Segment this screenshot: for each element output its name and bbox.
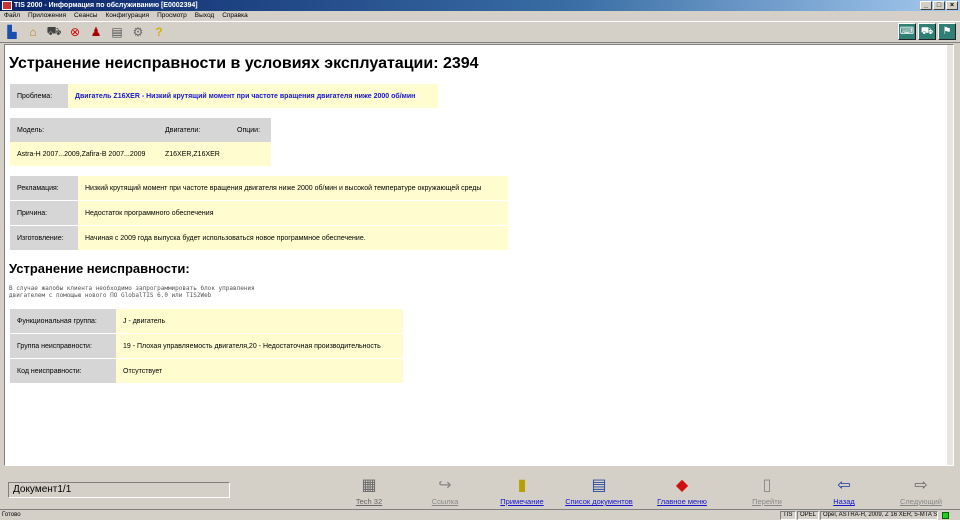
back-arrow-icon: ⇦ bbox=[837, 477, 851, 494]
menu-configuration[interactable]: Конфигурация bbox=[105, 11, 149, 21]
status-brand: OPEL bbox=[797, 511, 819, 520]
vehicle-selection-icon[interactable]: ⛟ bbox=[918, 23, 936, 40]
menu-bar: Файл Приложения Сеансы Конфигурация Прос… bbox=[0, 11, 960, 21]
note-icon: ▮ bbox=[517, 477, 527, 494]
home-icon[interactable]: ⌂ bbox=[25, 24, 41, 40]
vertical-scrollbar[interactable] bbox=[947, 45, 953, 465]
document-list-icon: ▤ bbox=[591, 477, 607, 494]
problem-link[interactable]: Двигатель Z16XER - Низкий крутящий момен… bbox=[68, 84, 438, 108]
window-title: TIS 2000 - Информация по обслуживанию [E… bbox=[14, 2, 198, 9]
menu-file[interactable]: Файл bbox=[4, 11, 20, 21]
repair-instructions: В случае жалобы клиента необходимо запро… bbox=[9, 285, 255, 299]
problem-label: Проблема: bbox=[10, 84, 68, 108]
function-group-value: J - двигатель bbox=[116, 309, 403, 333]
menu-applications[interactable]: Приложения bbox=[28, 11, 66, 21]
page-title: Устранение неисправности в условиях эксп… bbox=[9, 55, 479, 72]
back-button[interactable]: ⇦ Назад bbox=[804, 475, 884, 506]
link-button[interactable]: ↪ Ссылка bbox=[405, 475, 485, 506]
person-icon[interactable]: ♟ bbox=[88, 24, 104, 40]
print-icon[interactable]: ▤ bbox=[109, 24, 125, 40]
help-icon[interactable]: ? bbox=[151, 24, 167, 40]
options-value bbox=[230, 142, 271, 166]
menu-sessions[interactable]: Сеансы bbox=[74, 11, 97, 21]
connection-indicator-icon bbox=[942, 512, 949, 519]
back-label: Назад bbox=[833, 497, 855, 506]
close-button[interactable]: × bbox=[946, 1, 958, 10]
menu-view[interactable]: Просмотр bbox=[157, 11, 187, 21]
fault-code-value: Отсутствует bbox=[116, 359, 403, 383]
main-menu-label: Главное меню bbox=[657, 497, 707, 506]
tech2-icon[interactable]: ⌨ bbox=[898, 23, 916, 40]
main-menu-button[interactable]: ◆ Главное меню bbox=[642, 475, 722, 506]
goto-button[interactable]: ▯ Перейти bbox=[727, 475, 807, 506]
car-icon[interactable]: ⛟ bbox=[46, 24, 62, 40]
document-counter: Документ1/1 bbox=[8, 482, 230, 498]
cause-label: Причина: bbox=[10, 201, 78, 225]
options-header: Опции: bbox=[230, 118, 271, 142]
instructions-line-2: двигателем с помощью нового ПО GlobalTIS… bbox=[9, 292, 212, 299]
note-label: Примечание bbox=[500, 497, 544, 506]
toolbar: ▙ ⌂ ⛟ ⊗ ♟ ▤ ⚙ ? bbox=[0, 21, 960, 43]
fault-group-label: Группа неисправности: bbox=[10, 334, 116, 358]
exit-door-icon[interactable]: ▙ bbox=[4, 24, 20, 40]
goto-page-icon: ▯ bbox=[762, 477, 772, 494]
complaint-value: Низкий крутящий момент при частоте враще… bbox=[78, 176, 508, 200]
function-group-label: Функциональная группа: bbox=[10, 309, 116, 333]
stop-icon[interactable]: ⊗ bbox=[67, 24, 83, 40]
tech32-button[interactable]: ▦ Tech 32 bbox=[329, 475, 409, 506]
diagnostics-icon[interactable]: ⚑ bbox=[938, 23, 956, 40]
status-bar: Готово TIS OPEL Opel, ASTRA-H, 2009, Z 1… bbox=[0, 509, 960, 520]
main-menu-icon: ◆ bbox=[675, 477, 689, 494]
status-tis: TIS bbox=[780, 511, 796, 520]
menu-help[interactable]: Справка bbox=[222, 11, 248, 21]
calculator-icon: ▦ bbox=[361, 477, 377, 494]
goto-label: Перейти bbox=[752, 497, 782, 506]
next-label: Следующий bbox=[899, 497, 943, 506]
note-button[interactable]: ▮ Примечание bbox=[482, 475, 562, 506]
link-label: Ссылка bbox=[431, 497, 459, 506]
complaint-label: Рекламация: bbox=[10, 176, 78, 200]
cause-value: Недостаток программного обеспечения bbox=[78, 201, 508, 225]
next-button[interactable]: ⇨ Следующий bbox=[881, 475, 960, 506]
next-arrow-icon: ⇨ bbox=[914, 477, 928, 494]
document-list-button[interactable]: ▤ Список документов bbox=[559, 475, 639, 506]
status-vehicle: Opel, ASTRA-H, 2009, Z 16 XER, 5-MTA SP bbox=[820, 511, 938, 520]
engines-value: Z16XER,Z16XER bbox=[158, 142, 230, 166]
engines-header: Двигатели: bbox=[158, 118, 230, 142]
document-view: Устранение неисправности в условиях эксп… bbox=[4, 44, 954, 466]
instructions-line-1: В случае жалобы клиента необходимо запро… bbox=[9, 285, 255, 292]
minimize-button[interactable]: _ bbox=[920, 1, 932, 10]
menu-exit[interactable]: Выход bbox=[195, 11, 214, 21]
status-ready: Готово bbox=[2, 512, 21, 518]
arrow-link-icon: ↪ bbox=[438, 477, 452, 494]
tools-icon[interactable]: ⚙ bbox=[130, 24, 146, 40]
production-label: Изготовление: bbox=[10, 226, 78, 250]
title-bar: TIS 2000 - Информация по обслуживанию [E… bbox=[0, 0, 960, 11]
tech32-label: Tech 32 bbox=[355, 497, 383, 506]
section-title: Устранение неисправности: bbox=[9, 261, 190, 276]
bottom-navigation: Документ1/1 ▦ Tech 32 ↪ Ссылка ▮ Примеча… bbox=[0, 467, 960, 509]
maximize-button[interactable]: □ bbox=[933, 1, 945, 10]
model-header: Модель: bbox=[10, 118, 158, 142]
document-list-label: Список документов bbox=[565, 497, 633, 506]
production-value: Начиная с 2009 года выпуска будет исполь… bbox=[78, 226, 508, 250]
fault-group-value: 19 - Плохая управляемость двигателя,20 -… bbox=[116, 334, 403, 358]
model-value: Astra-H 2007...2009,Zafira-B 2007...2009 bbox=[10, 142, 158, 166]
app-icon bbox=[2, 1, 12, 10]
fault-code-label: Код неисправности: bbox=[10, 359, 116, 383]
